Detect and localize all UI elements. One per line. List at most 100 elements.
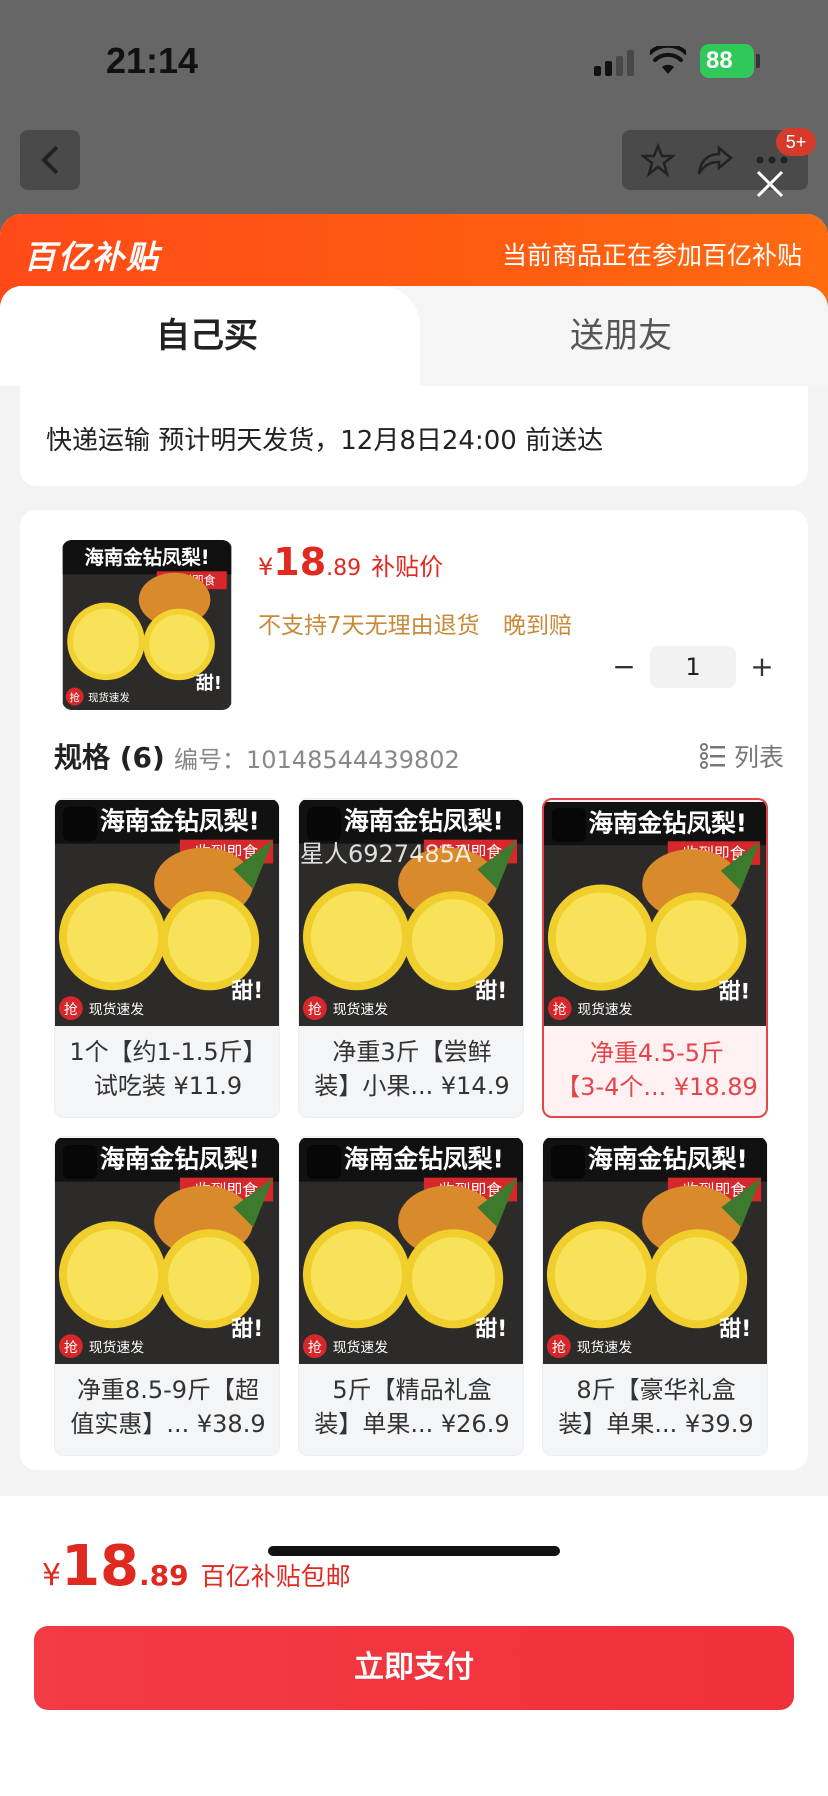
star-icon[interactable] [641,143,675,177]
shipping-info: 快递运输 预计明天发货，12月8日24:00 前送达 [46,426,604,456]
price-currency: ¥ [258,553,274,581]
quantity-input[interactable]: 1 [650,646,736,688]
sku-image-grab: 抢 [64,1001,78,1018]
spec-option[interactable]: 海南金钻凤梨!收到即食甜!抢现货速发8斤【豪华礼盒装】单果... ¥39.9 [542,1136,768,1456]
expand-icon[interactable] [307,1145,341,1179]
policy-line: 不支持7天无理由退货 晚到赔 [258,606,588,640]
sku-image-title: 海南金钻凤梨! [100,807,260,836]
spec-option-label: 净重3斤【尝鲜 装】小果... ¥14.9 [307,1035,517,1103]
thumb-title: 海南金钻凤梨! [84,546,209,569]
sku-image-title: 海南金钻凤梨! [344,1145,504,1174]
list-icon [699,743,725,769]
price-decimal: .89 [326,556,362,581]
sku-image-sweet: 甜! [231,978,263,1004]
spec-option-label: 1个【约1-1.5斤】 试吃装 ¥11.9 [63,1035,273,1103]
thumb-sweet: 甜! [196,672,222,694]
increment-button[interactable]: + [742,647,782,687]
spec-option-label: 5斤【精品礼盒 装】单果... ¥26.9 [307,1373,517,1441]
spec-option[interactable]: 海南金钻凤梨!收到即食甜!抢现货速发净重4.5-5斤【3-4个... ¥18.8… [542,798,768,1118]
late-compensation: 晚到赔 [502,613,572,639]
spec-option-line1: 5斤【精品礼盒 [332,1376,492,1404]
list-label: 列表 [733,743,784,772]
total-price: ¥ 18 .89 百亿补贴包邮 [42,1534,351,1599]
sku-image-grab: 抢 [552,1339,566,1356]
tab-buy-self[interactable]: 自己买 [0,308,414,357]
spec-option-line2: 装】小果... ¥14.9 [314,1072,510,1100]
battery-level: 88 [706,47,733,74]
home-indicator [268,1546,560,1556]
sku-image-tag: 现货速发 [577,1339,633,1356]
chevron-left-icon [41,145,59,175]
sku-image-sweet: 甜! [475,1316,507,1342]
sku-image-tag: 现货速发 [89,1001,145,1018]
pineapple-image: 海南金钻凤梨! 收到即食 甜! 抢 现货速发 [62,540,232,710]
spec-option-line2: 【3-4个... ¥18.89 [556,1073,758,1101]
sku-image-grab: 抢 [553,1001,567,1018]
notification-badge: 5+ [776,128,816,156]
spec-option-line1: 1个【约1-1.5斤】 [69,1038,267,1066]
spec-option-line1: 8斤【豪华礼盒 [576,1376,736,1404]
battery-indicator: 88 [700,44,754,78]
spec-option-line2: 值实惠】... ¥38.9 [70,1410,266,1438]
back-button[interactable] [20,130,80,190]
checkout-bar: ¥ 18 .89 百亿补贴包邮 立即支付 [0,1496,828,1796]
total-currency: ¥ [42,1558,62,1593]
expand-icon[interactable] [63,1145,97,1179]
expand-icon[interactable] [552,808,586,842]
spec-option-line2: 装】单果... ¥39.9 [558,1410,754,1438]
sku-image-tag: 现货速发 [333,1339,389,1356]
expand-icon[interactable] [551,1145,585,1179]
unit-price: ¥ 18 .89 补贴价 [258,540,443,584]
expand-icon[interactable] [63,807,97,841]
share-icon[interactable] [697,144,733,176]
pay-now-button[interactable]: 立即支付 [34,1626,794,1710]
sku-image-sweet: 甜! [475,978,507,1004]
subsidy-logo: 百亿补贴 [24,238,161,276]
watermark-text: 星人6927485A [300,840,472,868]
decrement-button[interactable]: − [604,647,644,687]
spec-option-label: 8斤【豪华礼盒 装】单果... ¥39.9 [551,1373,761,1441]
sku-image-sweet: 甜! [719,1316,751,1342]
sku-image-sweet: 甜! [231,1316,263,1342]
shipping-card: 快递运输 预计明天发货，12月8日24:00 前送达 [20,386,808,486]
status-time: 21:14 [106,40,199,81]
product-card: 海南金钻凤梨! 收到即食 甜! 抢 现货速发 ¥ 18 .89 补贴价 不支持7… [20,510,808,1470]
thumb-grab: 抢 [69,691,80,704]
spec-option-line1: 净重4.5-5斤 [589,1039,725,1067]
close-icon[interactable] [752,166,788,202]
sku-image-title: 海南金钻凤梨! [589,808,747,837]
subsidy-message: 当前商品正在参加百亿补贴 [501,241,802,270]
more-icon[interactable] [755,155,789,165]
spec-option[interactable]: 海南金钻凤梨!收到即食甜!抢现货速发净重8.5-9斤【超值实惠】... ¥38.… [54,1136,280,1456]
total-decimal: .89 [139,1559,189,1592]
sku-image-tag: 现货速发 [577,1001,632,1018]
signal-icon [594,50,636,76]
no-return-policy: 不支持7天无理由退货 [258,613,480,639]
price-integer: 18 [273,540,327,584]
sku-image-title: 海南金钻凤梨! [100,1145,260,1174]
sku-image-tag: 现货速发 [333,1001,389,1018]
spec-option[interactable]: 海南金钻凤梨!收到即食甜!抢现货速发1个【约1-1.5斤】试吃装 ¥11.9 [54,798,280,1118]
tab-send-friend[interactable]: 送朋友 [414,308,828,357]
status-bar: 21:14 88 [0,0,828,120]
spec-option-line2: 试吃装 ¥11.9 [93,1072,243,1100]
product-code: 编号：10148544439802 [174,746,460,774]
spec-option-line1: 净重8.5-9斤【超 [76,1376,260,1404]
sku-image-sweet: 甜! [719,978,750,1004]
price-tag: 补贴价 [371,553,444,581]
spec-option-line1: 净重3斤【尝鲜 [332,1038,492,1066]
spec-title: 规格 (6) [54,741,165,774]
spec-option[interactable]: 海南金钻凤梨!收到即食甜!抢现货速发5斤【精品礼盒装】单果... ¥26.9 [298,1136,524,1456]
list-view-toggle[interactable]: 列表 [699,738,784,774]
battery-tip [756,54,760,68]
sku-image-grab: 抢 [64,1339,78,1356]
sku-image-grab: 抢 [308,1339,322,1356]
wifi-icon [650,46,686,74]
sku-image-tag: 现货速发 [89,1339,145,1356]
spec-option-label: 净重8.5-9斤【超 值实惠】... ¥38.9 [63,1373,273,1441]
spec-header: 规格 (6) 编号：10148544439802 列表 [54,736,784,776]
total-integer: 18 [61,1534,140,1599]
product-thumbnail[interactable]: 海南金钻凤梨! 收到即食 甜! 抢 现货速发 [62,540,232,710]
purchase-tabs: 自己买 送朋友 [0,286,828,386]
free-shipping-note: 百亿补贴包邮 [200,1562,351,1591]
